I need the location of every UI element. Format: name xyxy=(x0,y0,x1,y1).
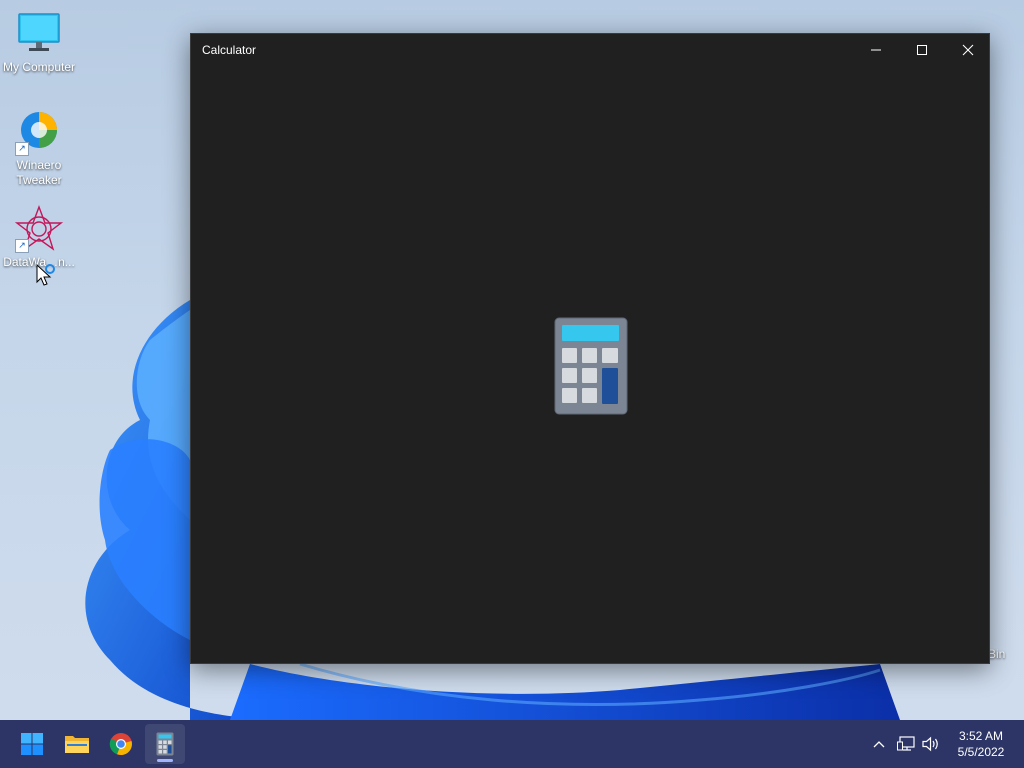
calculator-window[interactable]: Calculator xyxy=(190,33,990,664)
shortcut-arrow-icon: ↗ xyxy=(15,142,29,156)
shortcut-arrow-icon: ↗ xyxy=(15,239,29,253)
volume-button[interactable] xyxy=(920,732,942,756)
chevron-up-icon xyxy=(873,741,885,748)
maximize-button[interactable] xyxy=(899,34,945,66)
minimize-button[interactable] xyxy=(853,34,899,66)
start-icon xyxy=(21,733,43,755)
window-title: Calculator xyxy=(202,43,257,57)
winaero-tweaker-icon: ↗ xyxy=(15,108,63,156)
clock-date: 5/5/2022 xyxy=(957,745,1005,759)
desktop-icon-label: My Computer xyxy=(2,60,76,74)
recycle-bin-label[interactable]: Bin xyxy=(988,647,1005,661)
taskbar-calculator[interactable] xyxy=(145,724,185,764)
close-icon xyxy=(962,44,974,56)
minimize-icon xyxy=(871,49,881,51)
close-button[interactable] xyxy=(945,34,991,66)
taskbar-chrome[interactable] xyxy=(101,724,141,764)
volume-icon xyxy=(922,736,938,752)
maximize-icon xyxy=(917,45,927,55)
taskbar-file-explorer[interactable] xyxy=(57,724,97,764)
desktop-icon-my-computer[interactable]: My Computer xyxy=(0,10,78,75)
calculator-icon xyxy=(156,732,174,756)
start-button[interactable] xyxy=(12,724,52,764)
window-titlebar[interactable]: Calculator xyxy=(191,34,989,66)
active-app-indicator xyxy=(157,759,173,762)
network-icon xyxy=(897,736,915,751)
calculator-icon xyxy=(554,317,628,415)
show-hidden-icons-button[interactable] xyxy=(868,732,890,756)
datawatch-icon: ↗ xyxy=(14,205,64,253)
clock-time: 3:52 AM xyxy=(958,729,1004,743)
taskbar: 3:52 AM 5/5/2022 xyxy=(0,720,1024,768)
mouse-cursor-icon xyxy=(36,264,55,286)
monitor-icon xyxy=(15,10,63,58)
chrome-icon xyxy=(109,733,132,756)
desktop-icon-winaero-tweaker[interactable]: ↗ Winaero Tweaker xyxy=(0,108,78,188)
taskbar-clock[interactable]: 3:52 AM 5/5/2022 xyxy=(946,728,1016,760)
file-explorer-icon xyxy=(65,736,89,753)
desktop-icon-label: Winaero Tweaker xyxy=(16,158,62,187)
desktop-icon-datawatch[interactable]: ↗ DataWa…n... xyxy=(0,205,78,270)
network-button[interactable] xyxy=(895,732,917,756)
